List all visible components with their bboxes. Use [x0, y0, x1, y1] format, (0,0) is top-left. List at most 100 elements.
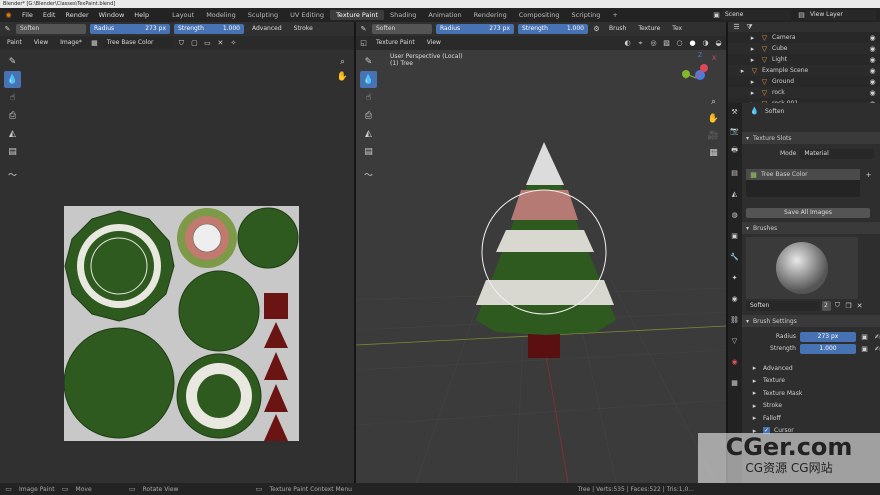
- physics-tab-icon[interactable]: ◉: [730, 294, 739, 303]
- subpanel-texture[interactable]: ▸ Texture: [750, 375, 878, 388]
- editor-type-icon[interactable]: ◱: [359, 39, 368, 48]
- subpanel-falloff[interactable]: ▸ Falloff: [750, 412, 878, 425]
- image-view-menu[interactable]: View: [30, 38, 52, 48]
- material-tab-icon[interactable]: ◉: [730, 357, 739, 366]
- add-workspace-button[interactable]: +: [606, 10, 623, 20]
- strength-slider[interactable]: Strength 1.000: [174, 24, 244, 34]
- menu-render[interactable]: Render: [60, 11, 93, 19]
- output-tab-icon[interactable]: 🖶: [730, 146, 739, 156]
- texture-slot-list[interactable]: ▦ Tree Base Color: [746, 169, 860, 197]
- draw-tool-icon[interactable]: ✎: [4, 53, 21, 70]
- radius-slider[interactable]: Radius 273 px: [90, 24, 170, 34]
- world-tab-icon[interactable]: ◍: [730, 210, 739, 219]
- viewport-strength-slider[interactable]: Strength 1.000: [518, 24, 588, 34]
- shading-rendered-icon[interactable]: ◒: [714, 39, 723, 48]
- texture-slots-header[interactable]: ▾ Texture Slots: [742, 132, 880, 144]
- eye-icon[interactable]: ◉: [868, 77, 877, 86]
- delete-brush-icon[interactable]: ✕: [855, 301, 864, 310]
- pan-hand-icon[interactable]: ✋: [706, 111, 721, 126]
- viewport-3d[interactable]: [356, 50, 726, 483]
- save-all-images-button[interactable]: Save All Images: [746, 208, 870, 218]
- menu-file[interactable]: File: [17, 11, 38, 19]
- pressure-icon[interactable]: ⚙: [592, 25, 601, 34]
- soften-tool-icon[interactable]: 💧: [4, 71, 21, 88]
- eye-icon[interactable]: ◉: [868, 88, 877, 97]
- view-layer-tab-icon[interactable]: ▤: [730, 168, 739, 177]
- outliner-item[interactable]: ▸ ▽ Light ◉: [728, 54, 880, 65]
- expand-arrow-icon[interactable]: ▸: [748, 77, 757, 86]
- smear-tool-icon[interactable]: ☝: [4, 89, 21, 106]
- tab-scripting[interactable]: Scripting: [566, 10, 607, 20]
- brush-dropdown[interactable]: Brush: [605, 24, 630, 34]
- outliner-item[interactable]: ▸ ▽ Cube ◉: [728, 43, 880, 54]
- texture-tab-icon[interactable]: ▦: [730, 378, 739, 387]
- pan-hand-icon[interactable]: ✋: [334, 68, 351, 85]
- annotate-tool-icon[interactable]: 〜: [4, 166, 21, 183]
- blender-logo-icon[interactable]: ◉: [4, 11, 13, 20]
- expand-arrow-icon[interactable]: ▸: [738, 66, 747, 75]
- fill-tool-icon[interactable]: ◭: [360, 125, 377, 142]
- tab-rendering[interactable]: Rendering: [468, 10, 513, 20]
- outliner-editor-icon[interactable]: ☰: [732, 23, 741, 32]
- tab-shading[interactable]: Shading: [384, 10, 422, 20]
- expand-arrow-icon[interactable]: ▸: [748, 55, 757, 64]
- new-image-icon[interactable]: ▢: [190, 39, 199, 48]
- image-menu[interactable]: Image*: [56, 38, 86, 48]
- menu-edit[interactable]: Edit: [38, 11, 61, 19]
- subpanel-stroke[interactable]: ▸ Stroke: [750, 400, 878, 413]
- shield-icon[interactable]: ⛉: [177, 39, 186, 48]
- brush-users-count[interactable]: 2: [822, 300, 831, 311]
- draw-tool-icon[interactable]: ✎: [360, 53, 377, 70]
- smear-tool-icon[interactable]: ☝: [360, 89, 377, 106]
- xray-icon[interactable]: ▧: [662, 39, 671, 48]
- mask-tool-icon[interactable]: ▤: [4, 143, 21, 160]
- viewport-brush-selector[interactable]: Soften: [372, 24, 432, 34]
- tab-compositing[interactable]: Compositing: [513, 10, 566, 20]
- eye-icon[interactable]: ◉: [868, 44, 877, 53]
- gizmo-toggle-icon[interactable]: ⌖: [636, 39, 645, 48]
- shading-material-icon[interactable]: ◑: [701, 39, 710, 48]
- perspective-toggle-icon[interactable]: ▦: [706, 145, 721, 160]
- clone-tool-icon[interactable]: ⎙: [360, 107, 377, 124]
- image-name-field[interactable]: Tree Base Color: [102, 38, 173, 48]
- zoom-icon[interactable]: ⌕: [706, 94, 721, 109]
- tab-modeling[interactable]: Modeling: [200, 10, 242, 20]
- radius-unit-icon[interactable]: ▣: [860, 332, 869, 341]
- brush-settings-header[interactable]: ▾ Brush Settings: [742, 315, 880, 327]
- advanced-dropdown[interactable]: Advanced: [248, 24, 286, 34]
- render-tab-icon[interactable]: 📷: [730, 126, 739, 135]
- pin-icon[interactable]: ✧: [229, 39, 238, 48]
- brush-strength-field[interactable]: 1.000: [800, 343, 856, 354]
- texture-slot-item[interactable]: ▦ Tree Base Color: [746, 169, 860, 180]
- clone-tool-icon[interactable]: ⎙: [4, 107, 21, 124]
- folder-icon[interactable]: ▭: [203, 39, 212, 48]
- outliner-item[interactable]: ▸ ▽ rock ◉: [728, 87, 880, 98]
- subpanel-texture-mask[interactable]: ▸ Texture Mask: [750, 387, 878, 400]
- eye-icon[interactable]: ◉: [868, 33, 877, 42]
- menu-help[interactable]: Help: [129, 11, 154, 19]
- stroke-dropdown[interactable]: Stroke: [290, 24, 317, 34]
- fake-user-icon[interactable]: ⛉: [833, 301, 842, 310]
- shading-solid-icon[interactable]: ●: [688, 39, 697, 48]
- outliner-item[interactable]: ▸ ▽ Example Scene ◉: [728, 65, 880, 76]
- brush-icon[interactable]: ✎: [359, 25, 368, 34]
- menu-window[interactable]: Window: [94, 11, 130, 19]
- texture-paint-mode-dropdown[interactable]: Texture Paint: [372, 38, 419, 48]
- scene-selector[interactable]: Scene: [721, 10, 791, 20]
- particles-tab-icon[interactable]: ✦: [730, 273, 739, 282]
- visibility-icon[interactable]: ◐: [623, 39, 632, 48]
- tab-layout[interactable]: Layout: [166, 10, 200, 20]
- object-tab-icon[interactable]: ▣: [730, 231, 739, 240]
- viewport-view-menu[interactable]: View: [423, 38, 445, 48]
- image-browse-icon[interactable]: ▦: [90, 39, 99, 48]
- brushes-header[interactable]: ▾ Brushes: [742, 222, 880, 234]
- strength-pressure-icon[interactable]: ✍: [873, 344, 880, 353]
- brush-icon[interactable]: ✎: [3, 25, 12, 34]
- duplicate-brush-icon[interactable]: ❐: [844, 301, 853, 310]
- tab-texture-paint[interactable]: Texture Paint: [330, 10, 385, 20]
- constraints-tab-icon[interactable]: ⛓: [730, 315, 739, 324]
- tex-dropdown[interactable]: Tex: [668, 24, 686, 34]
- tab-uv-editing[interactable]: UV Editing: [284, 10, 330, 20]
- modifier-tab-icon[interactable]: 🔧: [730, 252, 739, 261]
- mask-tool-icon[interactable]: ▤: [360, 143, 377, 160]
